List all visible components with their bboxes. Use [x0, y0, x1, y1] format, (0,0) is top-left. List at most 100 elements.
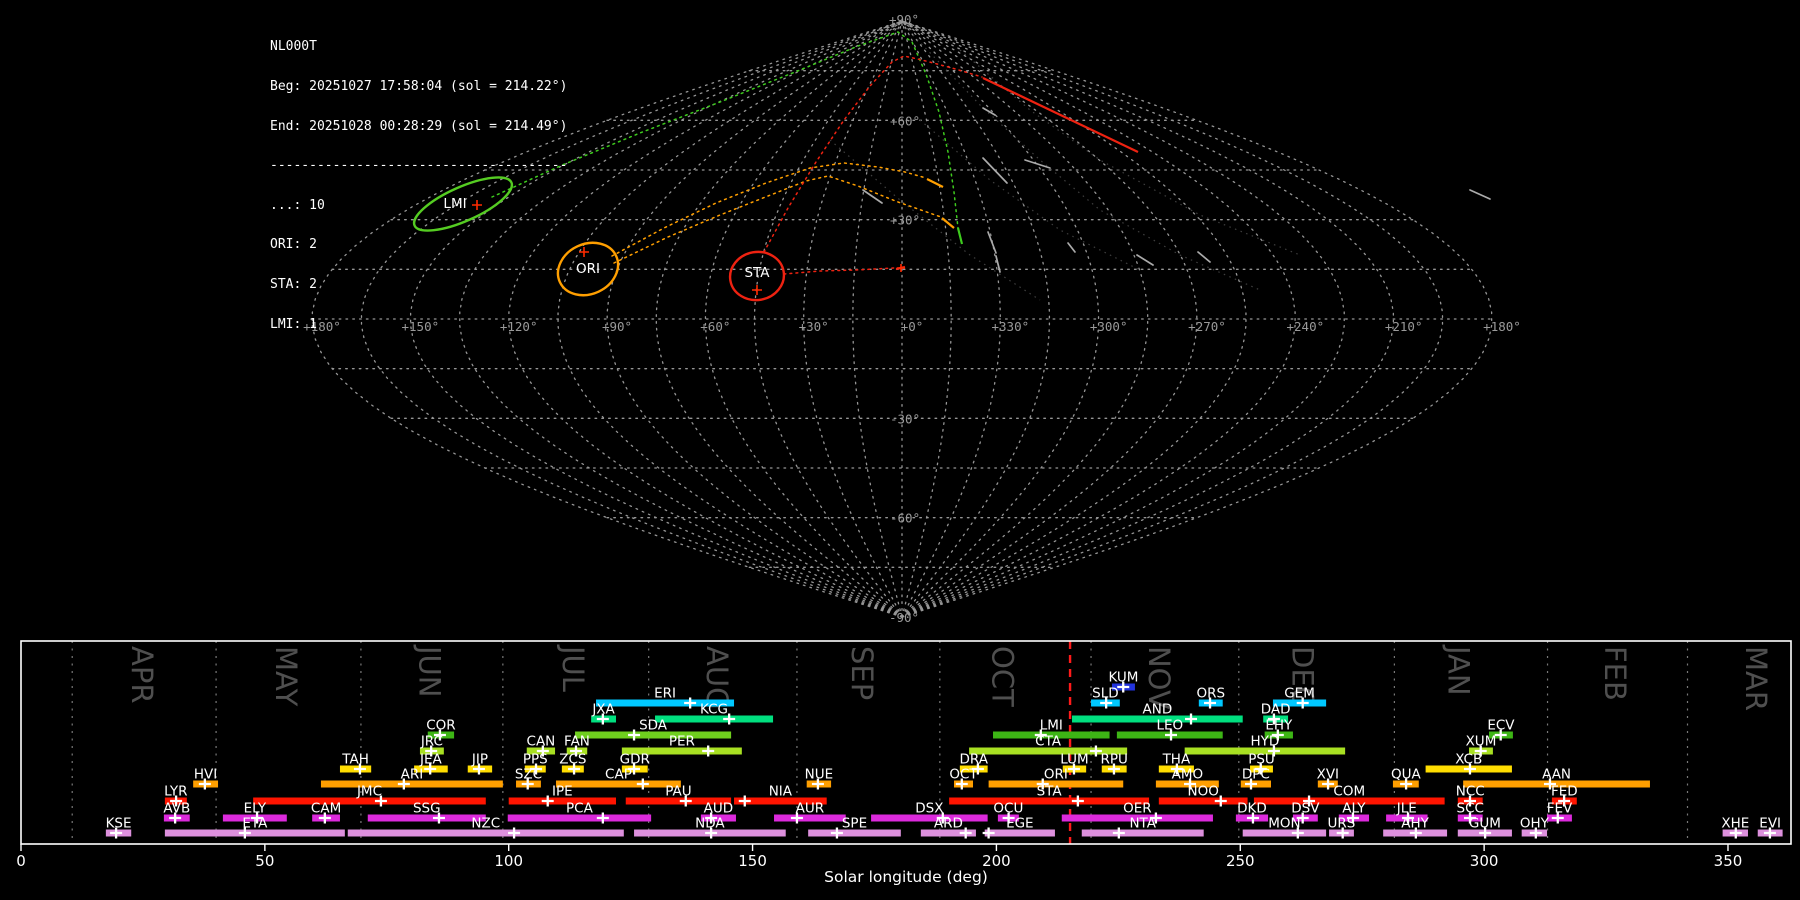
x-tick-label-100: 100: [494, 852, 523, 870]
count-sporadic: ...: 10: [270, 197, 325, 213]
activity-chart: APR MAY JUN JUL AUG SEP OCT NOV DEC JAN FEB MARKUME…: [16, 640, 1792, 886]
month-label-APR: APR: [125, 646, 159, 703]
trail-dotted-path: [763, 55, 983, 253]
begin-time: Beg: 20251027 17:58:04 (sol = 214.22°): [270, 79, 568, 94]
trail-end-cross: [897, 264, 905, 272]
shower-label-ELY: ELY: [244, 801, 267, 817]
shower-label-ARD: ARD: [934, 816, 963, 832]
shower-label-OCT: OCT: [949, 767, 978, 783]
radiant-center-cross-ORI: [579, 247, 589, 257]
pole-label-south: -90°: [889, 610, 919, 625]
shower-URS: URS: [1328, 816, 1356, 839]
month-label-JAN: JAN: [1442, 644, 1476, 696]
shower-DPC: DPC: [1240, 767, 1272, 790]
shower-CAM: CAM: [311, 801, 341, 824]
shower-label-ERI: ERI: [654, 686, 676, 702]
shower-XHE: XHE: [1721, 816, 1749, 839]
shower-HVI: HVI: [193, 767, 219, 790]
shower-label-JMC: JMC: [356, 784, 382, 800]
shower-label-NZC: NZC: [471, 816, 500, 832]
x-tick-label-0: 0: [16, 852, 26, 870]
peak-marker-NIA: [738, 795, 751, 807]
shower-label-XCB: XCB: [1455, 752, 1482, 768]
shower-label-OER: OER: [1123, 801, 1152, 817]
shower-TAH: TAH: [339, 752, 372, 775]
month-label-MAY: MAY: [269, 646, 303, 707]
shower-label-ORI: ORI: [1044, 767, 1068, 783]
shower-label-IPE: IPE: [552, 784, 573, 800]
shower-label-DRA: DRA: [960, 752, 989, 768]
shower-label-NTA: NTA: [1129, 816, 1156, 832]
shower-JXA: JXA: [591, 702, 617, 725]
radiant-label-ORI: ORI: [576, 261, 600, 277]
shower-label-MON: MON: [1268, 816, 1300, 832]
shower-label-ETA: ETA: [242, 816, 268, 832]
shower-label-SDA: SDA: [639, 718, 668, 734]
shower-label-NOO: NOO: [1188, 784, 1219, 800]
peak-marker-ERI: [684, 697, 697, 709]
x-tick-label-350: 350: [1714, 852, 1743, 870]
x-tick-label-250: 250: [1226, 852, 1255, 870]
end-time: End: 20251028 00:28:29 (sol = 214.49°): [270, 118, 568, 134]
shower-EGE: EGE: [982, 816, 1055, 839]
month-label-SEP: SEP: [845, 646, 879, 700]
pole-label-north: +90°: [889, 12, 919, 27]
shower-OCT: OCT: [949, 767, 978, 790]
peak-marker-PER: [702, 745, 715, 757]
shower-label-GEM: GEM: [1284, 686, 1315, 702]
shower-label-AUR: AUR: [796, 801, 825, 817]
shower-AVB: AVB: [163, 801, 190, 824]
sporadic-trail: [982, 107, 996, 116]
shower-label-CAM: CAM: [311, 801, 341, 817]
shower-ORS: ORS: [1196, 686, 1225, 709]
x-tick-label-300: 300: [1470, 852, 1499, 870]
shower-label-PAU: PAU: [665, 784, 691, 800]
lat-label: -60°: [890, 511, 920, 526]
shower-OHY: OHY: [1520, 816, 1550, 839]
sporadic-trail: [1469, 189, 1491, 200]
sporadic-trail: [1067, 242, 1076, 253]
shower-label-TAH: TAH: [341, 752, 369, 768]
peak-marker-PCA: [596, 812, 609, 824]
lon-label: +210°: [1385, 319, 1423, 334]
shower-meteor-trails: [491, 31, 1139, 275]
x-axis-title: Solar longitude (deg): [824, 868, 988, 886]
lat-label: +60°: [890, 113, 920, 128]
x-tick-label-150: 150: [738, 852, 767, 870]
month-label-FEB: FEB: [1598, 646, 1632, 701]
peak-marker-CAP: [636, 778, 649, 790]
shower-JIP: JIP: [467, 752, 493, 775]
shower-NUE: NUE: [805, 767, 833, 790]
radiant-label-STA: STA: [744, 265, 770, 281]
shower-EVI: EVI: [1757, 816, 1783, 839]
peak-marker-EGE: [982, 827, 995, 839]
month-label-JUL: JUL: [556, 644, 590, 692]
shower-label-LEO: LEO: [1156, 718, 1183, 734]
month-label-MAR: MAR: [1739, 646, 1773, 711]
shower-label-DSX: DSX: [915, 801, 943, 817]
shower-label-FEV: FEV: [1547, 801, 1573, 817]
shower-label-CAP: CAP: [605, 767, 632, 783]
count-ori: ORI: 2: [270, 237, 317, 253]
shower-label-PCA: PCA: [566, 801, 594, 817]
shower-label-URS: URS: [1328, 816, 1356, 832]
shower-label-AND: AND: [1142, 702, 1172, 718]
shower-activity-lanes: KUMERI SLD ORS GEMJXA KCG AND DADCOR SDA LMI LEO E…: [106, 670, 1783, 839]
lon-label: +0°: [901, 319, 924, 334]
shower-SZC: SZC: [515, 767, 542, 790]
shower-label-AVB: AVB: [163, 801, 190, 817]
shower-label-KSE: KSE: [106, 816, 132, 832]
shower-label-DPC: DPC: [1242, 767, 1270, 783]
shower-NDA: NDA: [634, 816, 786, 839]
lat-label: -30°: [890, 411, 920, 426]
shower-label-SPE: SPE: [842, 816, 867, 832]
faint-trail: [919, 119, 1141, 271]
peak-marker-AND: [1185, 713, 1198, 725]
shower-label-CTA: CTA: [1035, 734, 1062, 750]
shower-SLD: SLD: [1091, 686, 1120, 709]
sporadic-trail: [1197, 251, 1211, 263]
observation-info-block: NL000T Beg: 20251027 17:58:04 (sol = 214…: [270, 14, 567, 357]
shower-FEV: FEV: [1547, 801, 1573, 824]
x-axis: 0 50 100 150 200 250 300 350Solar longitude (de…: [16, 844, 1742, 886]
radiant-center-cross-STA: [752, 285, 762, 295]
